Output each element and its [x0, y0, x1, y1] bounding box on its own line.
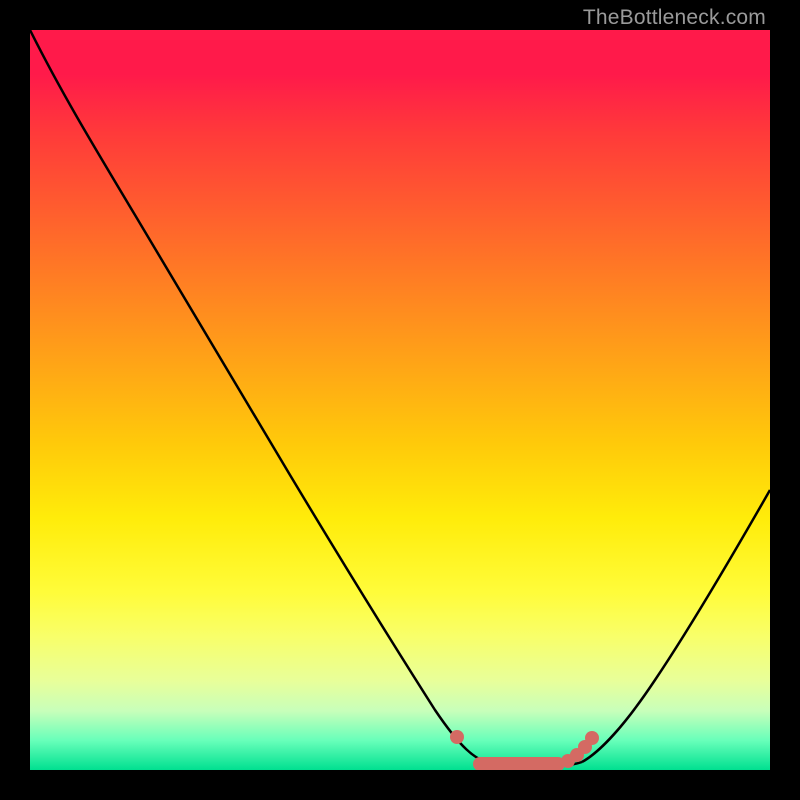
- watermark-text: TheBottleneck.com: [583, 6, 766, 30]
- plot-area: [30, 30, 770, 770]
- chart-frame: TheBottleneck.com: [0, 0, 800, 800]
- bottleneck-curve: [30, 30, 770, 770]
- curve-right-branch: [582, 490, 770, 762]
- curve-left-branch: [30, 30, 490, 763]
- curve-valley: [490, 762, 582, 767]
